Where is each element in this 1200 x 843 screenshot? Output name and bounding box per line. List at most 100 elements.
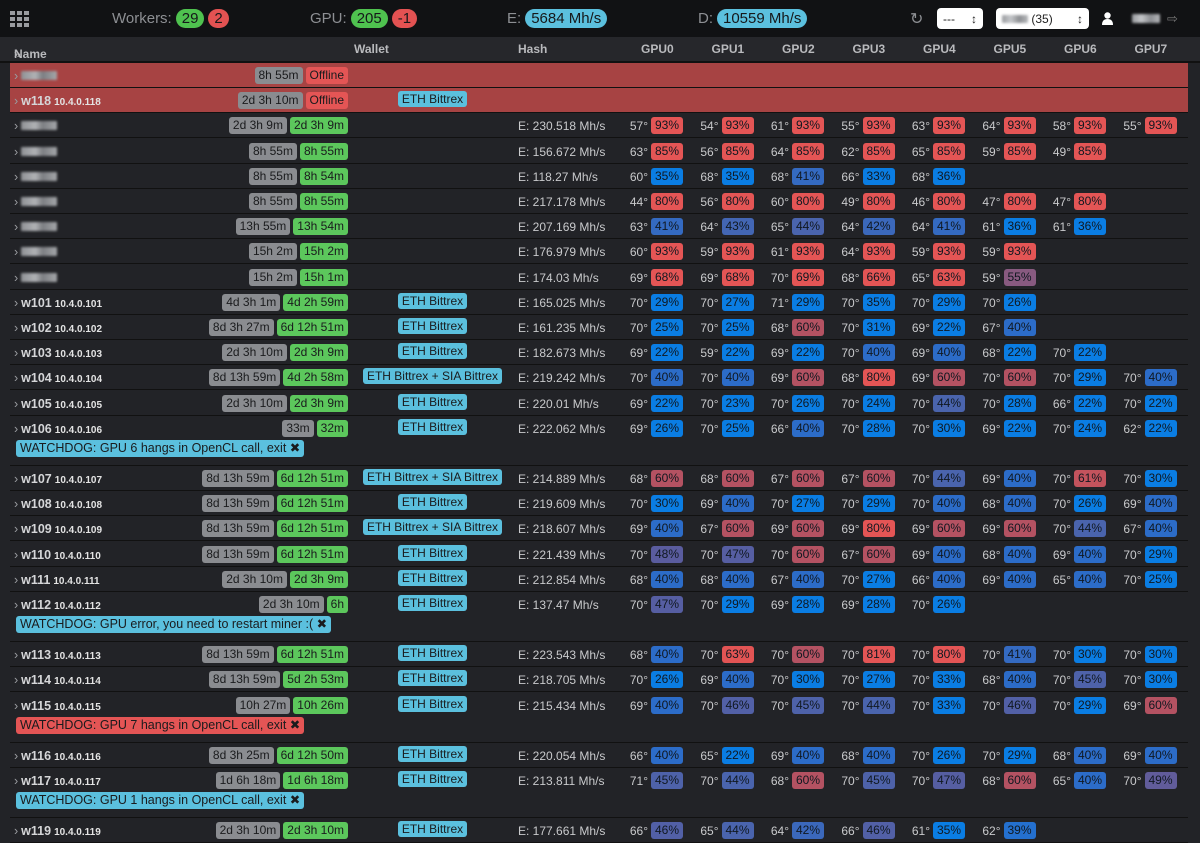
worker-row[interactable]: › w106 10.4.0.106 33m 32m ETH Bittrex E: 222.0… [10, 416, 1188, 466]
dismiss-icon[interactable]: ✖ [286, 441, 300, 455]
column-gpu2[interactable]: GPU2 [782, 42, 815, 56]
worker-row[interactable]: › 8h 55m 8h 54m E: 118.27 Mh/s 60° 35% 68° 35% 6… [10, 164, 1188, 189]
worker-row[interactable]: › w104 10.4.0.104 8d 13h 59m 4d 2h 58m ETH Bi… [10, 365, 1188, 391]
worker-row[interactable]: › w117 10.4.0.117 1d 6h 18m 1d 6h 18m ETH Bit… [10, 768, 1188, 818]
user-icon[interactable] [1102, 0, 1113, 37]
expand-chevron-icon[interactable]: › [14, 573, 18, 587]
worker-name-cell[interactable]: › w112 10.4.0.112 [14, 598, 101, 612]
worker-row[interactable]: › w119 10.4.0.119 2d 3h 10m 2d 3h 10m ETH Bit… [10, 818, 1188, 843]
worker-row[interactable]: › w115 10.4.0.115 10h 27m 10h 26m ETH Bittrex… [10, 693, 1188, 743]
dismiss-icon[interactable]: ✖ [286, 793, 300, 807]
worker-name-cell[interactable]: › w109 10.4.0.109 [14, 522, 102, 536]
worker-name-cell[interactable]: › [14, 119, 58, 133]
worker-row[interactable]: › w107 10.4.0.107 8d 13h 59m 6d 12h 51m ETH B… [10, 466, 1188, 491]
worker-name-cell[interactable]: › w116 10.4.0.116 [14, 749, 101, 763]
worker-name-cell[interactable]: › w119 10.4.0.119 [14, 824, 101, 838]
column-gpu7[interactable]: GPU7 [1135, 42, 1168, 56]
worker-row[interactable]: › w105 10.4.0.105 2d 3h 10m 2d 3h 9m ETH Bitt… [10, 391, 1188, 416]
expand-chevron-icon[interactable]: › [14, 245, 18, 259]
worker-name-cell[interactable]: › w114 10.4.0.114 [14, 673, 101, 687]
wallet-badge[interactable]: ETH Bittrex [397, 343, 468, 360]
expand-chevron-icon[interactable]: › [14, 220, 18, 234]
worker-name-cell[interactable]: › [14, 195, 58, 209]
expand-chevron-icon[interactable]: › [14, 346, 18, 360]
worker-name-cell[interactable]: › w117 10.4.0.117 [14, 774, 101, 788]
worker-row[interactable]: › 8h 55m 8h 55m E: 156.672 Mh/s 63° 85% 56° 85%… [10, 139, 1188, 164]
worker-row[interactable]: › w114 10.4.0.114 8d 13h 59m 5d 2h 53m ETH Bi… [10, 667, 1188, 693]
worker-name-cell[interactable]: › w107 10.4.0.107 [14, 472, 102, 486]
worker-row[interactable]: › w101 10.4.0.101 4d 3h 1m 4d 2h 59m ETH Bitt… [10, 290, 1188, 315]
worker-row[interactable]: › 13h 55m 13h 54m E: 207.169 Mh/s 63° 41% 64° 4… [10, 214, 1188, 240]
column-gpu1[interactable]: GPU1 [712, 42, 745, 56]
worker-name-cell[interactable]: › [14, 271, 58, 285]
wallet-badge[interactable]: ETH Bittrex [397, 595, 468, 611]
worker-name-cell[interactable]: › w106 10.4.0.106 [14, 422, 102, 436]
wallet-badge[interactable]: ETH Bittrex [397, 418, 468, 435]
worker-row[interactable]: › w110 10.4.0.110 8d 13h 59m 6d 12h 51m ETH B… [10, 542, 1188, 567]
worker-name-cell[interactable]: › w103 10.4.0.103 [14, 346, 102, 360]
worker-name-cell[interactable]: › w110 10.4.0.110 [14, 548, 101, 562]
worker-name-cell[interactable]: › [14, 69, 58, 83]
logout-icon[interactable]: ⇨ [1167, 0, 1178, 37]
worker-name-cell[interactable]: › [14, 170, 58, 184]
expand-chevron-icon[interactable]: › [14, 195, 18, 209]
expand-chevron-icon[interactable]: › [14, 94, 18, 108]
expand-chevron-icon[interactable]: › [14, 497, 18, 511]
worker-name-cell[interactable]: › w104 10.4.0.104 [14, 371, 102, 385]
worker-row[interactable]: › w112 10.4.0.112 2d 3h 10m 6h ETH Bittrex E: … [10, 592, 1188, 642]
expand-chevron-icon[interactable]: › [14, 522, 18, 536]
worker-row[interactable]: › w111 10.4.0.111 2d 3h 10m 2d 3h 9m ETH Bitt… [10, 567, 1188, 592]
worker-row[interactable]: › w103 10.4.0.103 2d 3h 10m 2d 3h 9m ETH Bitt… [10, 340, 1188, 366]
wallet-badge[interactable]: ETH Bittrex [397, 745, 468, 762]
worker-row[interactable]: › w116 10.4.0.116 8d 3h 25m 6d 12h 50m ETH Bi… [10, 743, 1188, 768]
worker-row[interactable]: › w118 10.4.0.118 2d 3h 10m Offline ETH Bittr… [10, 88, 1188, 114]
wallet-badge[interactable]: ETH Bittrex [397, 821, 468, 838]
expand-chevron-icon[interactable]: › [14, 749, 18, 763]
wallet-badge[interactable]: ETH Bittrex [397, 91, 468, 108]
expand-chevron-icon[interactable]: › [14, 548, 18, 562]
expand-chevron-icon[interactable]: › [14, 598, 18, 612]
wallet-badge[interactable]: ETH Bittrex [397, 771, 468, 787]
expand-chevron-icon[interactable]: › [14, 145, 18, 159]
column-hash[interactable]: Hash [518, 42, 547, 56]
column-gpu0[interactable]: GPU0 [641, 42, 674, 56]
wallet-badge[interactable]: ETH Bittrex [397, 544, 468, 561]
refresh-icon[interactable]: ↻ [910, 0, 923, 37]
expand-chevron-icon[interactable]: › [14, 69, 18, 83]
worker-name-cell[interactable]: › [14, 220, 58, 234]
wallet-badge[interactable]: ETH Bittrex [397, 569, 468, 586]
expand-chevron-icon[interactable]: › [14, 321, 18, 335]
column-gpu6[interactable]: GPU6 [1064, 42, 1097, 56]
apps-grid-icon[interactable] [10, 0, 30, 37]
column-gpu4[interactable]: GPU4 [923, 42, 956, 56]
column-gpu3[interactable]: GPU3 [853, 42, 886, 56]
worker-name-cell[interactable]: › w111 10.4.0.111 [14, 573, 100, 587]
wallet-badge[interactable]: ETH Bittrex [397, 695, 468, 712]
account-select[interactable]: (35) ↕ [996, 8, 1089, 29]
worker-row[interactable]: › w113 10.4.0.113 8d 13h 59m 6d 12h 51m ETH B… [10, 642, 1188, 668]
wallet-badge[interactable]: ETH Bittrex + SIA Bittrex [362, 368, 503, 385]
expand-chevron-icon[interactable]: › [14, 422, 18, 436]
dismiss-icon[interactable]: ✖ [286, 718, 300, 732]
worker-name-cell[interactable]: › w118 10.4.0.118 [14, 94, 101, 108]
expand-chevron-icon[interactable]: › [14, 119, 18, 133]
expand-chevron-icon[interactable]: › [14, 271, 18, 285]
worker-name-cell[interactable]: › w113 10.4.0.113 [14, 648, 101, 662]
expand-chevron-icon[interactable]: › [14, 673, 18, 687]
filter-select[interactable]: --- ↕ [937, 8, 983, 29]
wallet-badge[interactable]: ETH Bittrex + SIA Bittrex [362, 469, 503, 485]
worker-row[interactable]: › w109 10.4.0.109 8d 13h 59m 6d 12h 51m ETH B… [10, 516, 1188, 542]
expand-chevron-icon[interactable]: › [14, 472, 18, 486]
expand-chevron-icon[interactable]: › [14, 774, 18, 788]
wallet-badge[interactable]: ETH Bittrex [397, 393, 468, 410]
worker-row[interactable]: › 8h 55m 8h 55m E: 217.178 Mh/s 44° 80% 56° 80%… [10, 189, 1188, 214]
wallet-badge[interactable]: ETH Bittrex [397, 670, 468, 687]
expand-chevron-icon[interactable]: › [14, 824, 18, 838]
worker-row[interactable]: › 8h 55m Offline [10, 63, 1188, 88]
expand-chevron-icon[interactable]: › [14, 296, 18, 310]
wallet-badge[interactable]: ETH Bittrex + SIA Bittrex [362, 519, 503, 536]
expand-chevron-icon[interactable]: › [14, 648, 18, 662]
worker-name-cell[interactable]: › [14, 245, 58, 259]
wallet-badge[interactable]: ETH Bittrex [397, 292, 468, 309]
column-wallet[interactable]: Wallet [354, 42, 389, 56]
